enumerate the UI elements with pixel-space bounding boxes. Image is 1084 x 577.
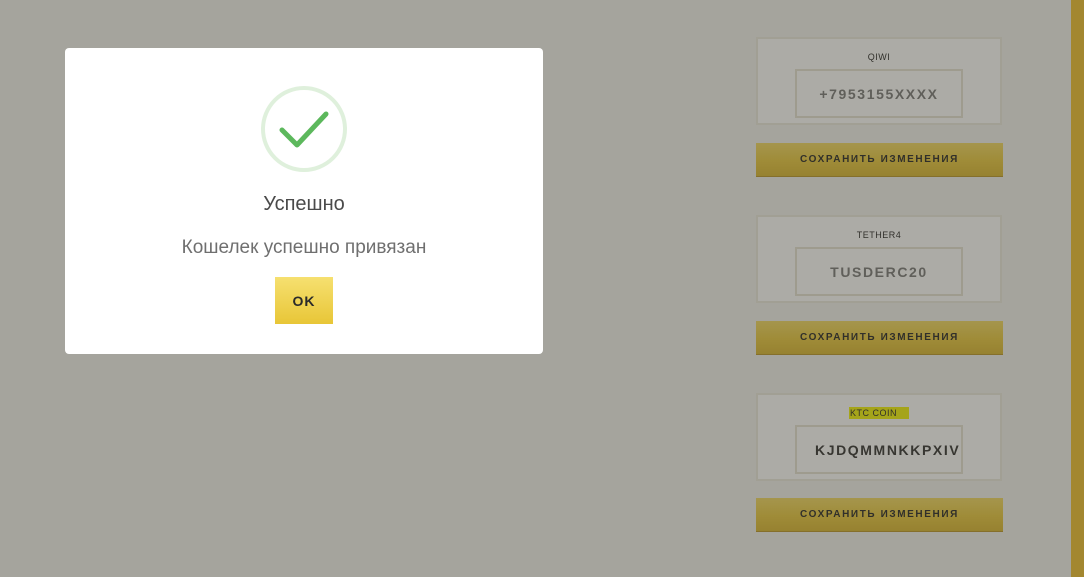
checkmark-icon (261, 86, 347, 172)
dialog-message: Кошелек успешно привязан (181, 237, 427, 258)
ok-button[interactable]: OK (275, 277, 333, 324)
dialog-title: Успешно (263, 193, 345, 215)
success-dialog: Успешно Кошелек успешно привязан OK (65, 48, 543, 354)
